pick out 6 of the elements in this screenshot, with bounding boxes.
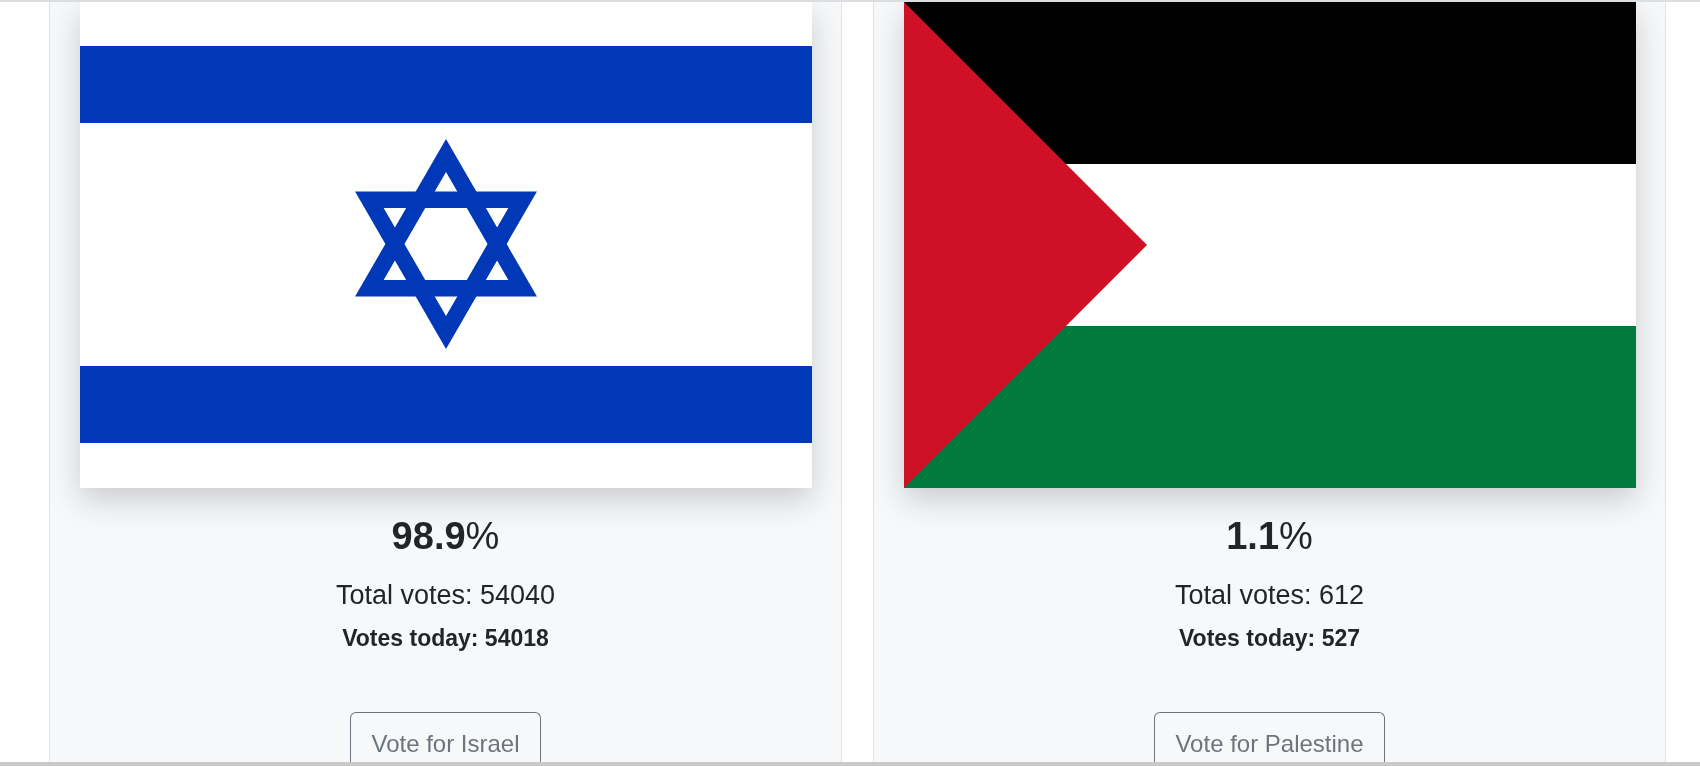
vote-percentage: 98.9% — [391, 514, 500, 559]
votes-today-text: Votes today: 527 — [1178, 624, 1361, 652]
total-votes-text: Total votes: 612 — [1174, 579, 1365, 611]
vote-percentage: 1.1% — [1226, 514, 1313, 559]
total-votes-text: Total votes: 54040 — [335, 579, 556, 611]
votes-today-text: Votes today: 54018 — [342, 624, 549, 652]
